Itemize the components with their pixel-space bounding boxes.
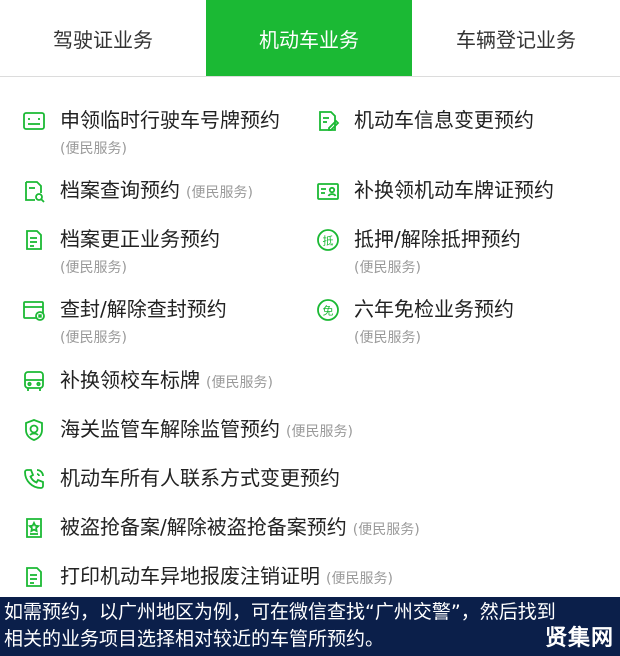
caption-line-1: 如需预约，以广州地区为例，可在微信查找“广州交警”，然后找到 [4,601,556,623]
item-title: 六年免检业务预约 [354,297,514,321]
list-item-stolen-record[interactable]: 被盗抢备案/解除被盗抢备案预约 (便民服务) [22,513,420,541]
service-tag: (便民服务) [286,424,353,440]
document-search-icon [22,179,46,203]
mortgage-icon: 抵 [316,228,340,252]
service-tag: (便民服务) [60,141,127,157]
list-item-temp-plate[interactable]: 申领临时行驶车号牌预约 (便民服务) [22,106,280,158]
id-card-icon [316,179,340,203]
edit-document-icon [316,109,340,133]
service-tag: (便民服务) [352,522,420,538]
item-title: 机动车信息变更预约 [354,108,534,132]
item-title: 被盗抢备案/解除被盗抢备案预约 [60,515,347,539]
document-icon [22,228,46,252]
tab-driver-license[interactable]: 驾驶证业务 [0,0,206,76]
list-item-archive-correction[interactable]: 档案更正业务预约 (便民服务) [22,225,220,277]
item-title: 抵押/解除抵押预约 [354,227,521,251]
service-tag: (便民服务) [354,260,421,276]
customs-badge-icon [22,418,46,442]
seal-close-icon [22,298,46,322]
caption-line-2: 相关的业务项目选择相对较近的车管所预约。 [4,628,385,650]
svg-text:抵: 抵 [323,234,334,248]
item-title: 打印机动车异地报废注销证明 [60,564,320,588]
tab-vehicle-registration[interactable]: 车辆登记业务 [412,0,620,76]
tab-bar: 驾驶证业务 机动车业务 车辆登记业务 [0,0,620,77]
list-item-seal[interactable]: 查封/解除查封预约 (便民服务) [22,295,227,347]
print-document-icon [22,565,46,589]
list-item-info-change[interactable]: 机动车信息变更预约 [316,106,534,134]
item-title: 申领临时行驶车号牌预约 [60,108,280,132]
item-title: 档案更正业务预约 [60,227,220,251]
phone-icon [22,467,46,491]
service-tag: (便民服务) [60,330,127,346]
watermark-logo: 贤集网 [545,625,614,652]
service-tag: (便民服务) [326,571,393,587]
caption-banner: 如需预约，以广州地区为例，可在微信查找“广州交警”，然后找到 相关的业务项目选择… [0,597,620,656]
temp-plate-icon [22,109,46,133]
svg-text:免: 免 [323,304,334,318]
item-title: 补换领校车标牌 [60,368,200,392]
item-title: 机动车所有人联系方式变更预约 [60,466,340,490]
tab-motor-vehicle[interactable]: 机动车业务 [206,0,412,76]
service-tag: (便民服务) [354,330,421,346]
list-item-mortgage[interactable]: 抵 抵押/解除抵押预约 (便民服务) [316,225,521,277]
list-item-customs[interactable]: 海关监管车解除监管预约 (便民服务) [22,415,353,443]
school-bus-icon [22,369,46,393]
item-title: 查封/解除查封预约 [60,297,227,321]
list-item-archive-query[interactable]: 档案查询预约 (便民服务) [22,176,253,204]
service-tag: (便民服务) [206,375,273,391]
exempt-icon: 免 [316,298,340,322]
service-tag: (便民服务) [186,185,253,201]
list-item-print-certificate[interactable]: 打印机动车异地报废注销证明 (便民服务) [22,562,393,590]
star-document-icon [22,516,46,540]
watermark-text: 贤集网 [544,626,614,651]
list-item-contact-change[interactable]: 机动车所有人联系方式变更预约 [22,464,340,492]
list-item-six-year-exempt[interactable]: 免 六年免检业务预约 (便民服务) [316,295,514,347]
list-item-replace-plate[interactable]: 补换领机动车牌证预约 [316,176,554,204]
service-tag: (便民服务) [60,260,127,276]
item-title: 海关监管车解除监管预约 [60,417,280,441]
item-title: 补换领机动车牌证预约 [354,178,554,202]
list-item-school-bus[interactable]: 补换领校车标牌 (便民服务) [22,366,273,394]
item-title: 档案查询预约 [60,178,180,202]
